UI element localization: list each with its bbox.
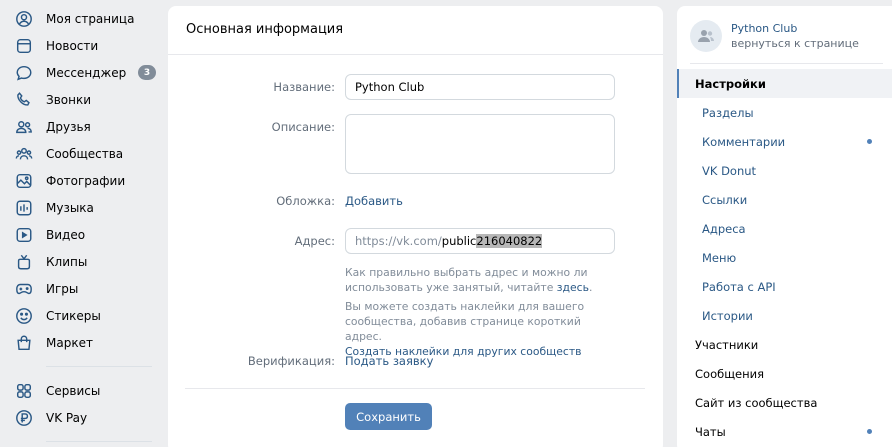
description-label: Описание: [271,120,335,134]
nav-item-photos[interactable]: Фотографии [14,167,164,194]
right-menu-card: Python Club вернуться к странице Настрой… [677,6,892,447]
name-label: Название: [273,80,335,94]
chat-bubble-icon [14,63,34,83]
ruble-icon [14,408,34,428]
phone-icon [14,90,34,110]
menu-item-addresses[interactable]: Адреса [677,214,892,243]
nav-label: Сообщества [46,146,124,161]
menu-item-site[interactable]: Сайт из сообщества [677,388,892,417]
unread-badge: 3 [138,65,156,80]
left-nav: Моя страница Новости Мессенджер 3 Звонки Друз… [14,5,164,447]
section-title: Основная информация [168,6,663,55]
main-info-card: Основная информация Название: Python Clu… [168,6,663,447]
address-selection: 216040822 [476,234,543,248]
stickers-hint: Вы можете создать наклейки для вашего со… [345,299,605,359]
gamepad-icon [14,279,34,299]
group-icon [14,144,34,164]
nav-item-market[interactable]: Маркет [14,329,164,356]
nav-label: Стикеры [46,308,101,323]
settings-menu: Настройки Разделы Комментарии VK Donut Ссылк… [677,69,892,446]
address-hint-end: . [588,281,593,294]
menu-item-vk-donut[interactable]: VK Donut [677,156,892,185]
club-name[interactable]: Python Club [731,21,859,36]
address-hint-text: Как правильно выбрать адрес и можно ли и… [345,266,588,294]
notification-dot [867,139,872,144]
address-hint: Как правильно выбрать адрес и можно ли и… [345,265,605,295]
nav-label: Звонки [46,92,91,107]
menu-item-chats[interactable]: Чаты [677,417,892,446]
nav-label: Музыка [46,200,94,215]
nav-item-calls[interactable]: Звонки [14,86,164,113]
nav-divider [46,366,152,367]
nav-item-services[interactable]: Сервисы [14,377,164,404]
save-button[interactable]: Сохранить [345,403,432,430]
nav-item-clips[interactable]: Клипы [14,248,164,275]
back-to-page-link[interactable]: вернуться к странице [731,36,859,51]
menu-item-sections[interactable]: Разделы [677,98,892,127]
nav-item-my-page[interactable]: Моя страница [14,5,164,32]
name-input[interactable]: Python Club [345,74,615,100]
newspaper-icon [14,36,34,56]
nav-label: Мессенджер [46,65,127,80]
here-link[interactable]: здесь [557,281,589,294]
submit-request-link[interactable]: Подать заявку [345,354,433,368]
user-circle-icon [14,9,34,29]
address-prefix: https://vk.com/ [355,234,442,248]
nav-item-vkpay[interactable]: VK Pay [14,404,164,431]
nav-label: VK Pay [46,410,88,425]
nav-label: Клипы [46,254,88,269]
club-text: Python Club вернуться к странице [731,21,859,52]
notification-dot [867,429,872,434]
nav-item-video[interactable]: Видео [14,221,164,248]
nav-label: Сервисы [46,383,101,398]
nav-divider-bottom [46,441,152,442]
users-icon [14,117,34,137]
menu-item-messages[interactable]: Сообщения [677,359,892,388]
nav-item-stickers[interactable]: Стикеры [14,302,164,329]
menu-item-api[interactable]: Работа с API [677,272,892,301]
services-icon [14,381,34,401]
nav-label: Игры [46,281,79,296]
music-bars-icon [14,198,34,218]
nav-item-messenger[interactable]: Мессенджер 3 [14,59,164,86]
form-divider [185,388,645,389]
nav-list-secondary: Сервисы VK Pay [14,377,164,431]
menu-item-settings[interactable]: Настройки [677,69,892,98]
verification-label: Верификация: [247,354,335,368]
cover-label: Обложка: [276,194,335,208]
nav-item-friends[interactable]: Друзья [14,113,164,140]
nav-label: Новости [46,38,99,53]
nav-label: Фотографии [46,173,126,188]
picture-icon [14,171,34,191]
menu-item-menu[interactable]: Меню [677,243,892,272]
menu-item-comments[interactable]: Комментарии [677,127,892,156]
nav-label: Моя страница [46,11,135,26]
nav-label: Друзья [46,119,91,134]
nav-list: Моя страница Новости Мессенджер 3 Звонки Друз… [14,5,164,356]
smile-icon [14,306,34,326]
description-textarea[interactable] [345,114,615,174]
nav-item-games[interactable]: Игры [14,275,164,302]
nav-item-communities[interactable]: Сообщества [14,140,164,167]
add-cover-link[interactable]: Добавить [345,194,403,208]
video-icon [14,225,34,245]
nav-label: Маркет [46,335,93,350]
clips-icon [14,252,34,272]
address-value: public [441,234,477,248]
group-avatar-icon [690,20,722,52]
nav-item-news[interactable]: Новости [14,32,164,59]
nav-label: Видео [46,227,86,242]
nav-item-music[interactable]: Музыка [14,194,164,221]
address-input[interactable]: https://vk.com/public216040822 [345,228,615,254]
right-divider [690,63,883,64]
address-label: Адрес: [294,234,335,248]
menu-item-links[interactable]: Ссылки [677,185,892,214]
menu-item-members[interactable]: Участники [677,330,892,359]
stickers-hint-text: Вы можете создать наклейки для вашего со… [345,300,585,343]
shopping-bag-icon [14,333,34,353]
club-header[interactable]: Python Club вернуться к странице [690,20,859,52]
menu-item-stories[interactable]: Истории [677,301,892,330]
